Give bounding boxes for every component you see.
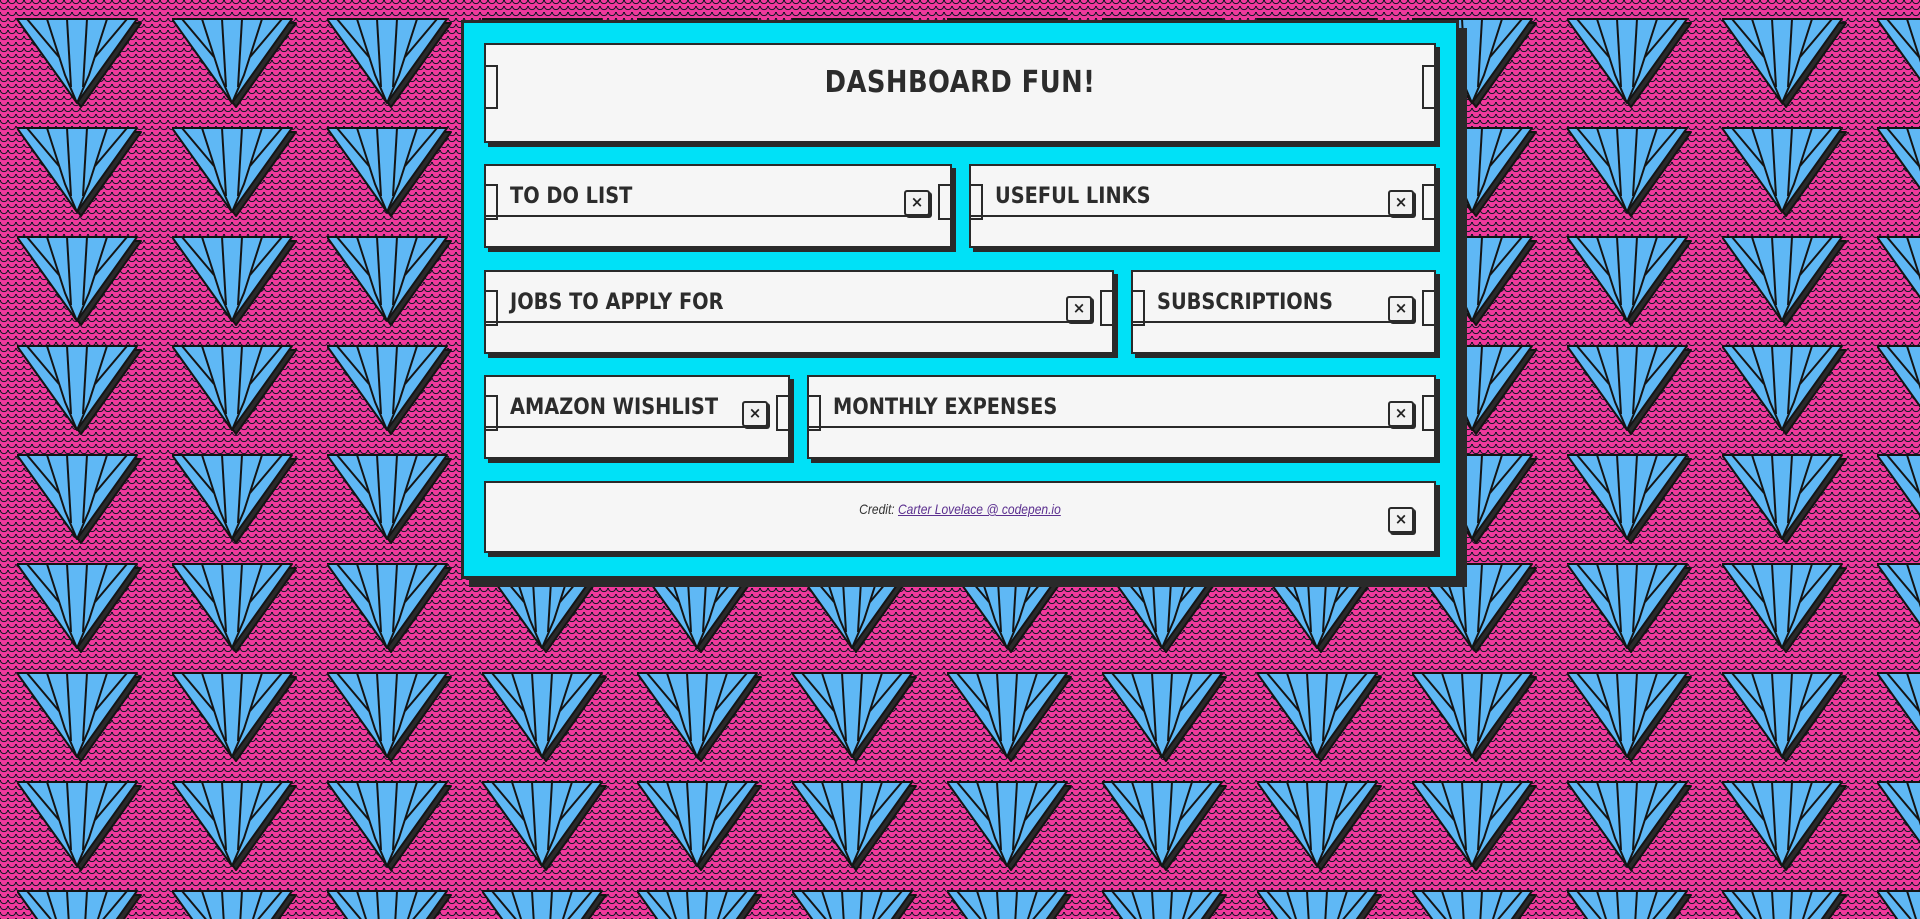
panel-title: USEFUL LINKS [995,184,1151,209]
panel-jobs-to-apply-for[interactable]: JOBS TO APPLY FOR × [484,270,1114,354]
panel-tab-left [484,65,498,109]
panel-tab-right [776,395,790,431]
close-icon[interactable]: × [1388,296,1414,322]
credit-prefix: Credit: [859,501,895,517]
panel-tab-right [1422,290,1436,326]
title-underline [486,426,768,428]
footer-panel: Credit: Carter Lovelace @ codepen.io × [484,481,1436,553]
dashboard-window: DASHBOARD FUN! TO DO LIST × USEFUL LINKS… [461,20,1459,579]
panel-title: SUBSCRIPTIONS [1157,290,1333,315]
title-underline [809,426,1414,428]
panel-title: MONTHLY EXPENSES [833,395,1058,420]
close-icon[interactable]: × [904,190,930,216]
panel-tab-right [1422,184,1436,220]
panel-useful-links[interactable]: USEFUL LINKS × [969,164,1436,248]
close-icon[interactable]: × [1388,190,1414,216]
panel-title: JOBS TO APPLY FOR [510,290,724,315]
panel-subscriptions[interactable]: SUBSCRIPTIONS × [1131,270,1436,354]
panel-monthly-expenses[interactable]: MONTHLY EXPENSES × [807,375,1436,459]
close-icon[interactable]: × [1388,401,1414,427]
close-icon[interactable]: × [1066,296,1092,322]
page-title: DASHBOARD FUN! [824,65,1096,100]
title-underline [486,321,1092,323]
title-underline [971,215,1414,217]
panel-to-do-list[interactable]: TO DO LIST × [484,164,952,248]
panel-title: TO DO LIST [510,184,633,209]
credit-link[interactable]: Carter Lovelace @ codepen.io [898,501,1061,517]
panel-title: AMAZON WISHLIST [510,395,719,420]
title-underline [1133,321,1414,323]
panel-tab-right [938,184,952,220]
panel-amazon-wishlist[interactable]: AMAZON WISHLIST × [484,375,790,459]
panel-tab-right [1100,290,1114,326]
close-icon[interactable]: × [742,401,768,427]
panel-tab-right [1422,395,1436,431]
credit-text: Credit: Carter Lovelace @ codepen.io [552,501,1367,517]
close-icon[interactable]: × [1388,507,1414,533]
panel-tab-right [1422,65,1436,109]
title-underline [486,215,930,217]
header-panel: DASHBOARD FUN! [484,43,1436,143]
